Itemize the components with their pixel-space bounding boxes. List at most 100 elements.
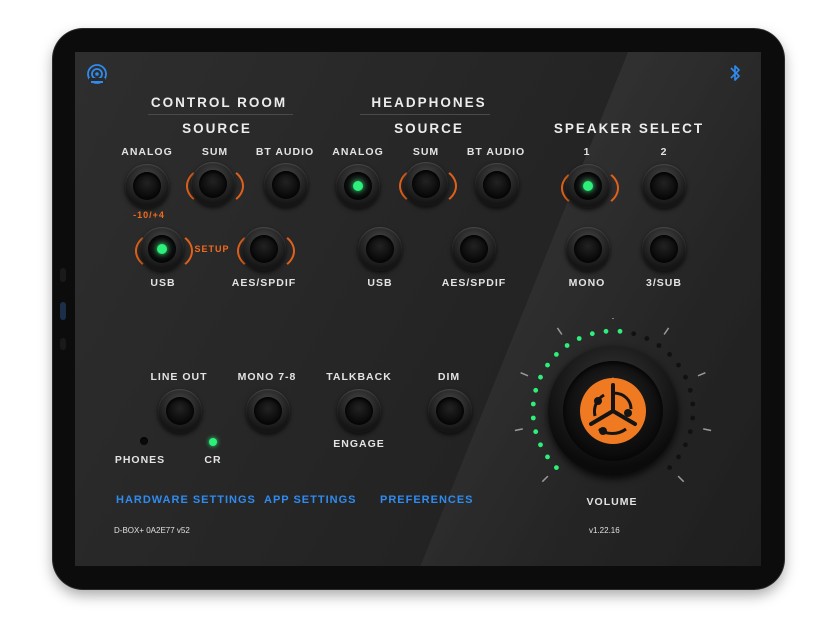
cr-label: CR <box>204 454 222 466</box>
speaker-2-label: 2 <box>660 146 668 158</box>
control-room-source-title: SOURCE <box>182 121 252 136</box>
volume-meter-dot <box>538 374 543 380</box>
speaker-1-led <box>583 181 593 191</box>
version-info: v1.22.16 <box>589 526 620 535</box>
hp-usb-label: USB <box>367 277 393 289</box>
speaker-mono-button[interactable] <box>566 227 610 271</box>
cr-usb-led <box>157 244 167 254</box>
volume-meter-dot <box>683 442 688 448</box>
volume-meter-dot <box>589 331 595 337</box>
line-out-button[interactable] <box>158 389 202 433</box>
dim-label: DIM <box>437 371 461 383</box>
hp-aes-label: AES/SPDIF <box>441 277 507 289</box>
volume-meter-dot <box>576 336 582 341</box>
volume-label: VOLUME <box>586 496 638 508</box>
volume-meter-dot <box>538 442 543 448</box>
cr-aes-button[interactable] <box>242 227 286 271</box>
headphones-source-title: SOURCE <box>394 121 464 136</box>
volume-meter-dot <box>676 454 681 460</box>
volume-scale-tick <box>703 428 712 432</box>
speaker-select-title: SPEAKER SELECT <box>553 121 705 136</box>
speaker-mono-label: MONO <box>568 277 606 289</box>
volume-meter-dot <box>667 352 672 357</box>
hardware-settings-link[interactable]: HARDWARE SETTINGS <box>116 494 256 506</box>
speaker-2-button[interactable] <box>642 164 686 208</box>
control-room-title: CONTROL ROOM <box>150 95 288 110</box>
volume-knob-face <box>563 361 663 461</box>
hp-aes-button[interactable] <box>452 227 496 271</box>
side-button-indicator <box>60 302 66 320</box>
hp-analog-button[interactable] <box>336 164 380 208</box>
music-note-logo-icon <box>580 377 646 444</box>
cr-sum-button[interactable] <box>191 162 235 206</box>
broadcast-icon[interactable] <box>86 63 108 85</box>
cr-bt-audio-button[interactable] <box>264 163 308 207</box>
volume-meter-dot <box>564 343 570 348</box>
volume-meter-dot <box>687 387 693 393</box>
mono78-label: MONO 7-8 <box>237 371 297 383</box>
volume-scale-tick <box>514 428 523 432</box>
hp-analog-label: ANALOG <box>332 146 384 158</box>
volume-meter-dot <box>603 328 609 334</box>
cr-bt-audio-label: BT AUDIO <box>255 146 315 158</box>
speaker-sub-button[interactable] <box>642 227 686 271</box>
volume-meter-dot <box>667 465 672 470</box>
volume-scale-tick <box>697 372 706 377</box>
volume-meter-dot <box>545 362 550 368</box>
volume-scale-tick <box>556 327 563 335</box>
cr-indicator-led[interactable] <box>209 438 217 446</box>
hp-bt-audio-button[interactable] <box>475 163 519 207</box>
app-settings-link[interactable]: APP SETTINGS <box>264 494 356 506</box>
volume-knob[interactable] <box>548 346 678 476</box>
dim-button[interactable] <box>428 389 472 433</box>
volume-meter-dot <box>530 401 536 407</box>
cr-usb-label: USB <box>150 277 176 289</box>
headphones-title: HEADPHONES <box>371 95 487 110</box>
volume-meter-dot <box>656 343 662 348</box>
speaker-1-label: 1 <box>583 146 591 158</box>
volume-meter-dot <box>617 328 623 334</box>
volume-meter-dot <box>631 331 637 337</box>
headphones-rule <box>360 114 490 115</box>
volume-meter-dot <box>530 415 536 421</box>
volume-scale-tick <box>663 327 670 335</box>
hp-sum-button[interactable] <box>404 162 448 206</box>
phones-indicator-led[interactable] <box>140 437 148 445</box>
cr-sum-label: SUM <box>201 146 229 158</box>
cr-setup-button[interactable]: SETUP <box>194 244 229 254</box>
volume-scale-tick <box>520 372 529 377</box>
volume-meter-dot <box>533 429 539 435</box>
cr-usb-button[interactable] <box>140 227 184 271</box>
volume-meter-dot <box>545 454 550 460</box>
volume-meter-dot <box>533 387 539 393</box>
volume-meter-dot <box>683 374 688 380</box>
hp-analog-led <box>353 181 363 191</box>
cr-analog-button[interactable] <box>125 164 169 208</box>
volume-scale-tick <box>677 475 685 483</box>
side-button-bottom <box>60 338 66 350</box>
hp-sum-label: SUM <box>412 146 440 158</box>
side-button-top <box>60 268 66 282</box>
engage-label: ENGAGE <box>333 438 385 450</box>
hp-usb-button[interactable] <box>358 227 402 271</box>
mono78-button[interactable] <box>246 389 290 433</box>
volume-meter-dot <box>554 352 559 357</box>
volume-meter-dot <box>676 362 681 368</box>
bluetooth-icon[interactable] <box>728 63 742 83</box>
volume-scale-tick <box>541 475 549 483</box>
speaker-1-button[interactable] <box>566 164 610 208</box>
cr-aes-label: AES/SPDIF <box>231 277 297 289</box>
cr-trim-label[interactable]: -10/+4 <box>133 210 165 220</box>
talkback-label: TALKBACK <box>326 371 392 383</box>
cr-analog-label: ANALOG <box>121 146 173 158</box>
device-info: D-BOX+ 0A2E77 v52 <box>114 526 190 535</box>
volume-meter-dot <box>554 465 559 470</box>
line-out-label: LINE OUT <box>150 371 208 383</box>
volume-meter-dot <box>644 336 650 341</box>
volume-meter-dot <box>687 429 693 435</box>
talkback-button[interactable] <box>337 389 381 433</box>
preferences-link[interactable]: PREFERENCES <box>380 494 474 506</box>
volume-meter-dot <box>690 401 696 407</box>
control-room-rule <box>148 114 293 115</box>
hp-bt-audio-label: BT AUDIO <box>466 146 526 158</box>
